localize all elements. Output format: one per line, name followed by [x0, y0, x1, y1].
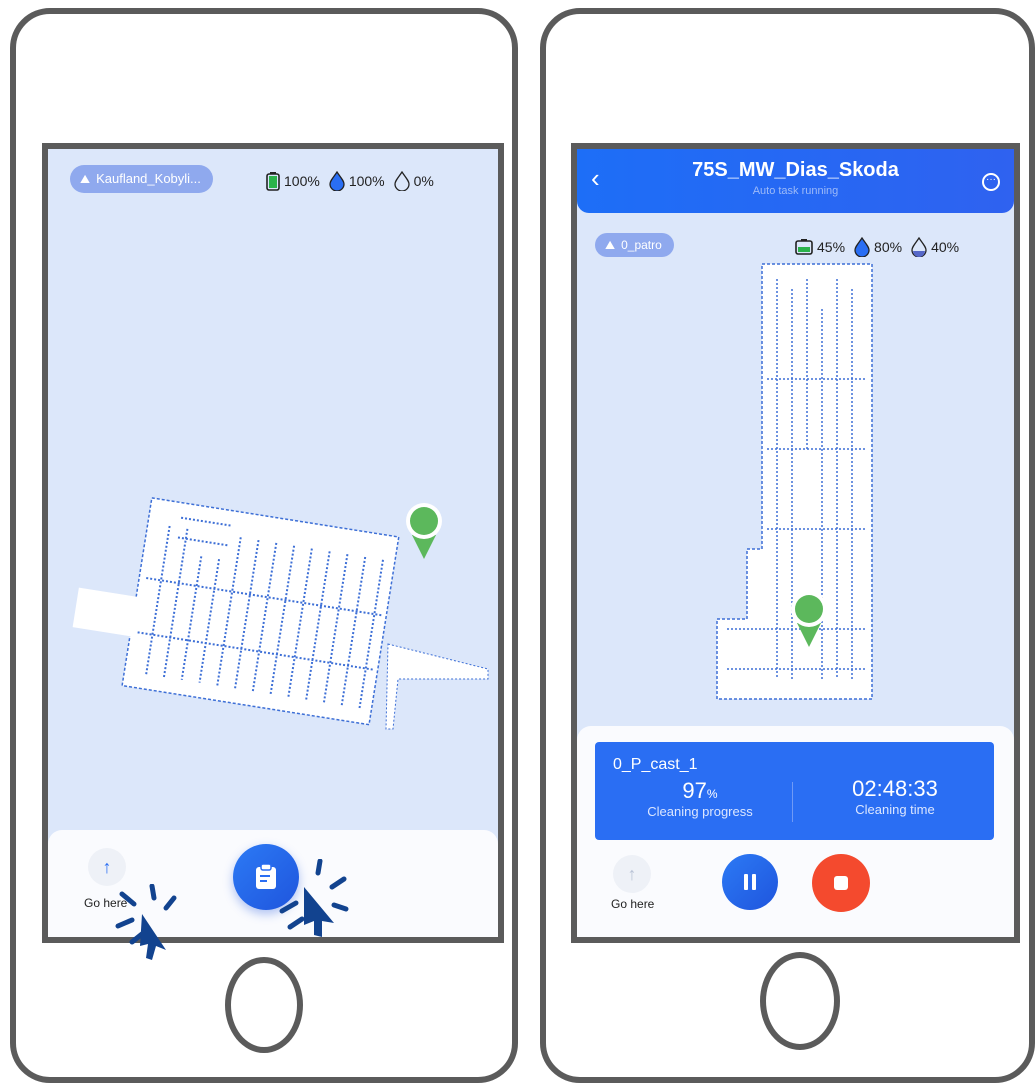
time-label: Cleaning time [855, 802, 935, 817]
floor-map[interactable] [48, 149, 498, 839]
arrow-up-icon: ↑ [627, 863, 637, 884]
stop-icon [834, 876, 848, 890]
click-cursor-icon [115, 884, 177, 960]
progress-unit: % [706, 787, 718, 801]
time-block: 02:48:33 Cleaning time [815, 776, 975, 817]
app-screen-right: ‹ 75S_MW_Dias_Skoda Auto task running ··… [571, 143, 1020, 943]
progress-block: 97% Cleaning progress [635, 778, 765, 819]
robot-location-pin [791, 591, 827, 647]
go-here-button[interactable]: ↑ [613, 855, 651, 893]
home-button[interactable] [225, 957, 303, 1053]
stop-button[interactable] [812, 854, 870, 912]
arrow-up-icon: ↑ [102, 856, 112, 877]
phone-frame-right: ‹ 75S_MW_Dias_Skoda Auto task running ··… [540, 8, 1035, 1083]
progress-value: 97 [682, 778, 707, 803]
task-progress-card: 0_P_cast_1 97% Cleaning progress 02:48:3… [595, 742, 994, 840]
go-here-button[interactable]: ↑ [88, 848, 126, 886]
pause-icon [744, 874, 756, 890]
go-here-label: Go here [611, 897, 655, 911]
app-screen-left: ⛰ Kaufland_Kobyli... 100% 100% 0% ↑ Go h… [42, 143, 504, 943]
divider [792, 782, 793, 822]
click-cursor-icon [279, 859, 349, 937]
time-value: 02:48:33 [852, 776, 938, 801]
task-name: 0_P_cast_1 [613, 756, 698, 773]
phone-frame-left: ⛰ Kaufland_Kobyli... 100% 100% 0% ↑ Go h… [10, 8, 518, 1083]
pause-button[interactable] [722, 854, 778, 910]
robot-location-pin [406, 503, 442, 559]
home-button[interactable] [760, 952, 840, 1050]
progress-label: Cleaning progress [647, 804, 753, 819]
